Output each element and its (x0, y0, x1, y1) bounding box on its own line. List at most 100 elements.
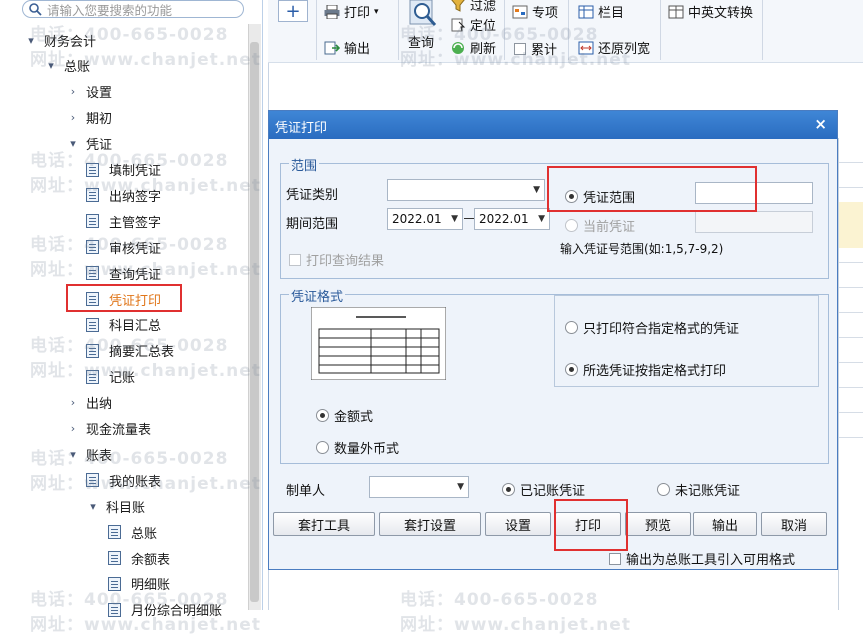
chevron-down-icon[interactable]: ▾ (44, 59, 58, 72)
voucher-type-select[interactable]: ▼ (387, 179, 545, 201)
tree-item[interactable]: 出纳签字 (86, 184, 161, 206)
chevron-down-icon[interactable]: ▾ (66, 448, 80, 461)
document-icon (86, 162, 99, 177)
tree-item[interactable]: ▾ 账表 (66, 443, 112, 465)
tree-item[interactable]: 余额表 (108, 547, 170, 569)
cancel-button[interactable]: 取消 (761, 512, 827, 536)
tree-item-label: 科目汇总 (109, 319, 162, 335)
period-dash (464, 218, 474, 219)
tree-item-label: 审核凭证 (109, 241, 162, 257)
toolbar: + 打印 ▾ 输出 查询 过滤 定位 刷新 专项 累计 栏目 还原列宽 中英文转… (268, 0, 863, 63)
amount-format-radio[interactable]: 金额式 (316, 406, 373, 425)
tree-item[interactable]: 摘要汇总表 (86, 340, 174, 362)
quantity-foreign-currency-radio[interactable]: 数量外币式 (316, 438, 399, 457)
posted-voucher-radio[interactable]: 已记账凭证 (502, 480, 585, 499)
tree-item-label: 余额表 (131, 552, 171, 568)
query-button[interactable]: 查询 (406, 0, 440, 52)
chevron-right-icon[interactable]: › (66, 396, 80, 409)
chevron-down-icon: ▼ (538, 214, 545, 224)
document-icon (86, 214, 99, 229)
tree-item[interactable]: 填制凭证 (86, 159, 161, 181)
maker-select[interactable]: ▼ (369, 476, 469, 498)
print-button[interactable]: 打印 (555, 512, 621, 536)
filter-button[interactable]: 过滤 (450, 0, 496, 14)
cn-en-switch-button[interactable]: 中英文转换 (668, 2, 753, 21)
chevron-right-icon[interactable]: › (66, 111, 80, 124)
special-button[interactable]: 专项 (512, 2, 558, 21)
chevron-down-icon: ▼ (457, 482, 464, 492)
cumulative-checkbox[interactable]: 累计 (514, 39, 557, 58)
document-icon (86, 473, 99, 488)
document-icon (108, 576, 121, 591)
current-voucher-radio[interactable]: 当前凭证 (565, 216, 635, 235)
output-button[interactable]: 输出 (324, 38, 370, 57)
document-icon (108, 525, 121, 540)
overprint-tool-button[interactable]: 套打工具 (273, 512, 375, 536)
chevron-right-icon[interactable]: › (66, 85, 80, 98)
watermark-site: 网址：www.chanjet.net (400, 615, 631, 635)
restore-width-button[interactable]: 还原列宽 (578, 38, 650, 57)
preview-button[interactable]: 预览 (625, 512, 691, 536)
chevron-right-icon[interactable]: › (66, 422, 80, 435)
period-from-select[interactable]: 2022.01 ▼ (387, 208, 463, 230)
grid-row (839, 262, 863, 263)
tree-item[interactable]: ▾ 凭证 (66, 133, 112, 155)
tree-item[interactable]: › 设置 (66, 81, 112, 103)
grid-row (839, 437, 863, 438)
tree-item[interactable]: 记账 (86, 366, 135, 388)
columns-button[interactable]: 栏目 (578, 2, 624, 21)
grid-body-fragment (838, 138, 863, 610)
tree-item[interactable]: › 出纳 (66, 392, 112, 414)
add-button[interactable]: + (278, 0, 308, 22)
voucher-range-input[interactable] (695, 182, 813, 204)
current-voucher-input[interactable] (695, 211, 813, 233)
tree-item-label: 账表 (86, 448, 113, 464)
chevron-down-icon[interactable]: ▾ (86, 500, 100, 513)
search-box[interactable]: 请输入您要搜索的功能 (22, 0, 244, 18)
tree-item[interactable]: 查询凭证 (86, 262, 161, 284)
print-query-result-checkbox[interactable]: 打印查询结果 (289, 250, 384, 269)
tree-item[interactable]: › 期初 (66, 107, 112, 129)
grid-row (839, 387, 863, 388)
print-only-matching-format-radio[interactable]: 只打印符合指定格式的凭证 (565, 318, 739, 337)
document-icon (108, 551, 121, 565)
tree-item-label: 现金流量表 (86, 423, 152, 438)
tree-item[interactable]: ▾ 财务会计 (24, 29, 96, 51)
setup-button[interactable]: 设置 (485, 512, 551, 536)
tree-item[interactable]: ▾ 科目账 (86, 495, 145, 517)
tree-item[interactable]: ▾ 总账 (44, 55, 90, 77)
highlight-box-voucher-print (66, 284, 182, 312)
tree-item[interactable]: 总账 (108, 521, 157, 543)
grid-row (839, 187, 863, 188)
voucher-print-dialog: 凭证打印 × 范围 凭证类别 ▼ 期间范围 2022.01 ▼ 2022.01 ▼ … (268, 110, 838, 570)
dialog-title-bar: 凭证打印 × (269, 111, 837, 139)
grid-row (839, 162, 863, 163)
tree-item[interactable]: 审核凭证 (86, 236, 161, 258)
chevron-down-icon: ▼ (533, 185, 540, 195)
close-icon[interactable]: × (814, 115, 827, 133)
print-button[interactable]: 打印 ▾ (324, 2, 379, 21)
document-icon (86, 188, 99, 203)
locate-button[interactable]: 定位 (450, 15, 496, 34)
chevron-down-icon[interactable]: ▾ (24, 34, 38, 47)
print-selected-by-format-radio[interactable]: 所选凭证按指定格式打印 (565, 360, 726, 379)
tree-item-label: 总账 (131, 526, 158, 542)
chevron-down-icon[interactable]: ▾ (66, 137, 80, 150)
chevron-down-icon: ▼ (451, 214, 458, 224)
range-group-title: 范围 (289, 155, 320, 174)
refresh-button[interactable]: 刷新 (450, 38, 496, 57)
tree-item[interactable]: 明细账 (108, 573, 170, 595)
unposted-voucher-radio[interactable]: 未记账凭证 (657, 480, 740, 499)
tree-item[interactable]: 主管签字 (86, 210, 161, 232)
overprint-setup-button[interactable]: 套打设置 (379, 512, 481, 536)
voucher-format-preview-image (311, 307, 446, 380)
output-button[interactable]: 输出 (693, 512, 757, 536)
voucher-range-radio[interactable]: 凭证范围 (565, 187, 635, 206)
period-to-select[interactable]: 2022.01 ▼ (474, 208, 550, 230)
tree-item[interactable]: 我的账表 (86, 469, 161, 491)
tree-scrollbar[interactable] (248, 24, 261, 610)
tree-item[interactable]: 科目汇总 (86, 314, 161, 336)
tree-item[interactable]: › 现金流量表 (66, 418, 151, 440)
export-ledger-format-checkbox[interactable]: 输出为总账工具引入可用格式 (609, 549, 795, 568)
tree-item-label: 填制凭证 (109, 164, 162, 179)
